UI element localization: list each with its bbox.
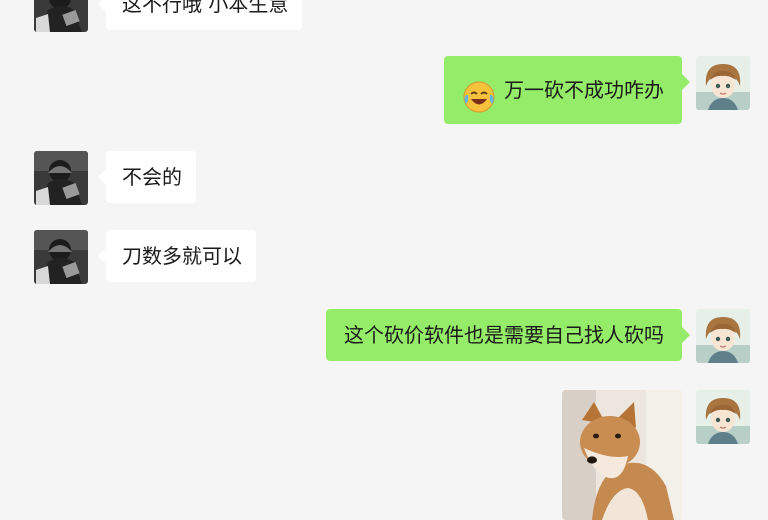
contact-avatar[interactable] <box>34 151 88 205</box>
message-bubble-incoming: 这不行哦 小本生意 <box>97 0 303 30</box>
message-bubble-incoming: 不会的 <box>98 151 196 203</box>
message-bubble-outgoing: 万一砍不成功咋办 <box>444 56 690 124</box>
shiba-dog-photo[interactable] <box>562 390 682 520</box>
message-text: 这个砍价软件也是需要自己找人砍吗 <box>344 323 664 347</box>
message-text: 不会的 <box>122 165 182 189</box>
contact-avatar[interactable] <box>34 230 88 284</box>
message-text: 刀数多就可以 <box>122 244 242 268</box>
message-bubble-incoming: 刀数多就可以 <box>98 230 256 282</box>
contact-avatar[interactable] <box>34 0 88 32</box>
user-avatar[interactable] <box>696 390 750 444</box>
user-avatar[interactable] <box>696 56 750 110</box>
message-bubble-outgoing: 这个砍价软件也是需要自己找人砍吗 <box>326 309 690 361</box>
user-avatar[interactable] <box>696 309 750 363</box>
message-text: 这不行哦 小本生意 <box>122 0 289 16</box>
laughing-crying-emoji-icon <box>462 73 496 112</box>
message-text: 万一砍不成功咋办 <box>504 78 664 102</box>
